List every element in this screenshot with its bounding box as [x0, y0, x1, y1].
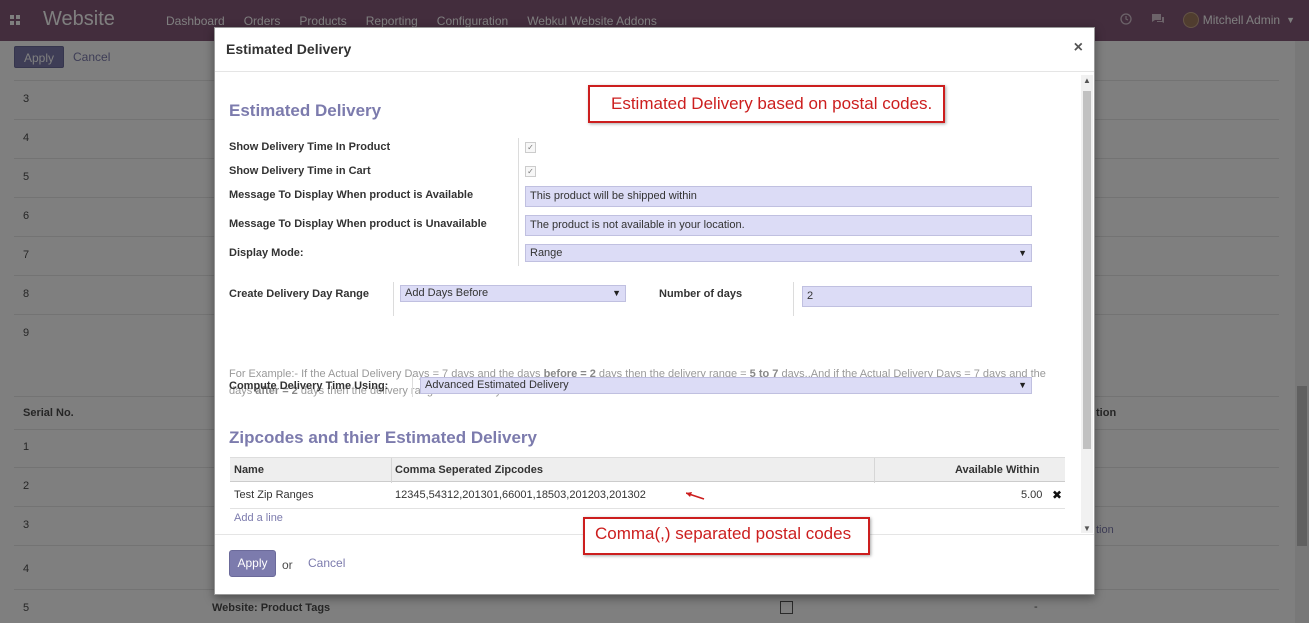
msg-available-label: Message To Display When product is Avail…: [229, 189, 474, 201]
col-available-within[interactable]: Available Within: [955, 464, 1039, 476]
display-mode-select[interactable]: Range ▼: [525, 244, 1032, 262]
estimated-delivery-dialog: Estimated Delivery × Estimated Delivery …: [214, 27, 1095, 595]
day-range-select[interactable]: Add Days Before ▼: [400, 285, 626, 302]
row-zipcodes[interactable]: 12345,54312,201301,66001,18503,201203,20…: [395, 489, 646, 501]
col-zipcodes[interactable]: Comma Seperated Zipcodes: [395, 464, 543, 476]
cancel-button[interactable]: Cancel: [308, 556, 345, 570]
annotation-arrow-icon: [686, 492, 705, 500]
section-title: Estimated Delivery: [229, 101, 382, 120]
display-mode-value: Range: [530, 247, 563, 259]
modal-scrollbar[interactable]: ▲ ▼: [1081, 75, 1093, 533]
delete-row-icon[interactable]: ✖: [1052, 488, 1062, 502]
add-line-link[interactable]: Add a line: [234, 512, 283, 524]
dropdown-arrow-icon: ▼: [612, 288, 621, 298]
field-separator: [518, 138, 519, 266]
num-days-input[interactable]: 2: [802, 286, 1032, 307]
col-name[interactable]: Name: [234, 464, 264, 476]
day-range-label: Create Delivery Day Range: [229, 288, 370, 300]
num-days-label: Number of days: [659, 288, 743, 300]
show-cart-label: Show Delivery Time in Cart: [229, 165, 371, 177]
compute-select[interactable]: Advanced Estimated Delivery ▼: [420, 377, 1032, 394]
annotation-top: Estimated Delivery based on postal codes…: [588, 85, 946, 123]
field-separator: [393, 282, 394, 316]
modal-header: Estimated Delivery ×: [215, 28, 1094, 72]
show-product-label: Show Delivery Time In Product: [229, 141, 391, 153]
scroll-thumb[interactable]: [1083, 91, 1091, 449]
field-separator: [412, 375, 413, 397]
row-available[interactable]: 5.00: [1021, 489, 1042, 501]
apply-button[interactable]: Apply: [229, 550, 276, 577]
msg-unavailable-label: Message To Display When product is Unava…: [229, 218, 487, 230]
msg-unavailable-input[interactable]: The product is not available in your loc…: [525, 215, 1032, 236]
zipcode-section-title: Zipcodes and thier Estimated Delivery: [229, 428, 537, 447]
modal-title: Estimated Delivery: [226, 41, 352, 57]
show-product-checkbox[interactable]: ✓: [525, 142, 536, 153]
close-icon[interactable]: ×: [1074, 39, 1083, 57]
table-header: Name Comma Seperated Zipcodes Available …: [230, 457, 1065, 483]
dropdown-arrow-icon: ▼: [1018, 248, 1027, 258]
show-cart-checkbox[interactable]: ✓: [525, 166, 536, 177]
row-name[interactable]: Test Zip Ranges: [234, 489, 313, 501]
display-mode-label: Display Mode:: [229, 247, 304, 259]
dropdown-arrow-icon: ▼: [1018, 380, 1027, 390]
day-range-value: Add Days Before: [405, 287, 489, 299]
msg-available-input[interactable]: This product will be shipped within: [525, 186, 1032, 207]
scroll-up-icon[interactable]: ▲: [1083, 76, 1091, 85]
compute-value: Advanced Estimated Delivery: [425, 379, 569, 391]
or-text: or: [282, 558, 293, 572]
annotation-bottom: Comma(,) separated postal codes: [583, 517, 871, 555]
scroll-down-icon[interactable]: ▼: [1083, 524, 1091, 533]
field-separator: [793, 282, 794, 316]
compute-label: Compute Delivery Time Using:: [229, 380, 389, 392]
